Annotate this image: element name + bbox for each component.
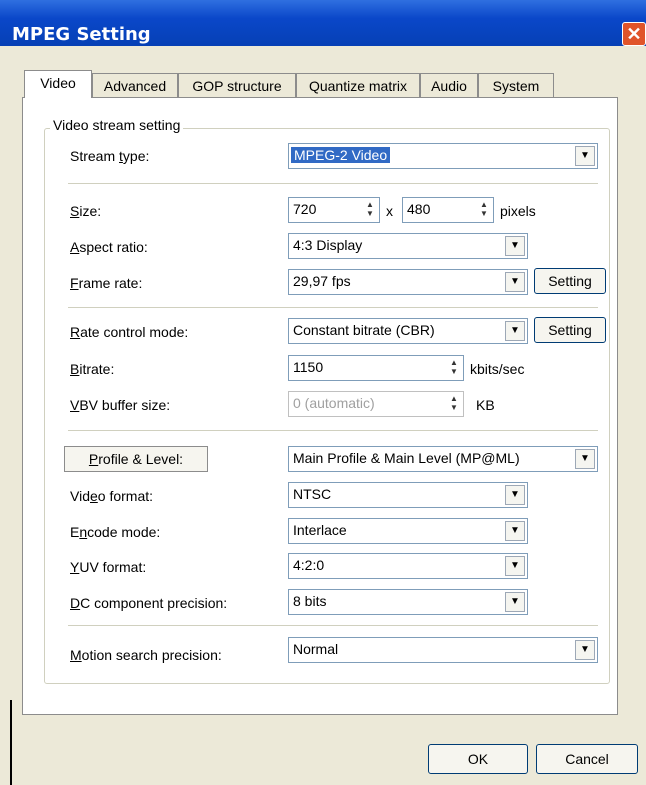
- frame-rate-select[interactable]: 29,97 fps ▼: [288, 269, 528, 295]
- rate-control-value: Constant bitrate (CBR): [293, 322, 435, 338]
- spin-arrows-icon[interactable]: ▲ ▼: [477, 200, 491, 220]
- left-edge-line: [10, 700, 12, 785]
- window-title: MPEG Setting: [12, 24, 151, 45]
- size-times: x: [386, 203, 393, 219]
- cancel-button[interactable]: Cancel: [536, 744, 638, 774]
- yuv-format-value: 4:2:0: [293, 557, 325, 573]
- encode-mode-select[interactable]: Interlace ▼: [288, 518, 528, 544]
- chevron-down-icon: ▼: [505, 556, 525, 576]
- yuv-format-select[interactable]: 4:2:0 ▼: [288, 553, 528, 579]
- aspect-select[interactable]: 4:3 Display ▼: [288, 233, 528, 259]
- spin-arrows-icon[interactable]: ▲ ▼: [447, 358, 461, 378]
- profile-level-button[interactable]: Profile & Level:: [64, 446, 208, 472]
- chevron-down-icon: ▼: [505, 321, 525, 341]
- motion-search-value: Normal: [293, 641, 339, 657]
- aspect-label: Aspect ratio:: [70, 239, 148, 255]
- rate-control-setting-button[interactable]: Setting: [534, 317, 606, 343]
- rate-control-label: Rate control mode:: [70, 324, 189, 340]
- chevron-down-icon: ▼: [505, 485, 525, 505]
- encode-mode-value: Interlace: [293, 522, 347, 538]
- tab-video[interactable]: Video: [24, 70, 92, 98]
- spin-arrows-icon: ▲ ▼: [450, 394, 458, 412]
- bitrate-value: 1150: [293, 359, 324, 375]
- dc-precision-select[interactable]: 8 bits ▼: [288, 589, 528, 615]
- title-bar: MPEG Setting ✕: [0, 0, 646, 46]
- tab-quantize-matrix[interactable]: Quantize matrix: [296, 73, 420, 97]
- stream-type-select[interactable]: MPEG-2 Video ▼: [288, 143, 598, 169]
- spin-arrows-icon[interactable]: ▲ ▼: [363, 200, 377, 220]
- profile-level-value: Main Profile & Main Level (MP@ML): [293, 450, 520, 466]
- close-icon[interactable]: ✕: [622, 22, 646, 46]
- encode-mode-label: Encode mode:: [70, 524, 161, 540]
- separator: [68, 307, 598, 308]
- vbv-label: VBV buffer size:: [70, 397, 171, 413]
- tab-audio[interactable]: Audio: [420, 73, 478, 97]
- chevron-down-icon: ▼: [575, 449, 595, 469]
- aspect-value: 4:3 Display: [293, 237, 363, 253]
- frame-rate-label: Frame rate:: [70, 275, 143, 291]
- separator: [68, 183, 598, 184]
- ok-button[interactable]: OK: [428, 744, 528, 774]
- motion-search-select[interactable]: Normal ▼: [288, 637, 598, 663]
- chevron-down-icon: ▼: [505, 236, 525, 256]
- bitrate-unit: kbits/sec: [470, 361, 525, 377]
- bitrate-label: Bitrate:: [70, 361, 115, 377]
- dc-precision-value: 8 bits: [293, 593, 327, 609]
- vbv-spinner: 0 (automatic) ▲ ▼: [288, 391, 464, 417]
- size-label: Size:: [70, 203, 102, 219]
- height-spinner[interactable]: 480 ▲ ▼: [402, 197, 494, 223]
- tab-advanced[interactable]: Advanced: [92, 73, 178, 97]
- video-format-label: Video format:: [70, 488, 154, 504]
- profile-level-select[interactable]: Main Profile & Main Level (MP@ML) ▼: [288, 446, 598, 472]
- dc-precision-label: DC component precision:: [70, 595, 228, 611]
- video-format-select[interactable]: NTSC ▼: [288, 482, 528, 508]
- chevron-down-icon: ▼: [575, 640, 595, 660]
- separator: [68, 430, 598, 431]
- tab-system[interactable]: System: [478, 73, 554, 97]
- bitrate-spinner[interactable]: 1150 ▲ ▼: [288, 355, 464, 381]
- size-unit: pixels: [500, 203, 536, 219]
- motion-search-label: Motion search precision:: [70, 647, 222, 663]
- video-format-value: NTSC: [293, 486, 332, 502]
- height-value: 480: [407, 201, 431, 217]
- vbv-value: 0 (automatic): [293, 395, 375, 411]
- stream-type-value: MPEG-2 Video: [291, 147, 391, 163]
- width-spinner[interactable]: 720 ▲ ▼: [288, 197, 380, 223]
- chevron-down-icon: ▼: [505, 521, 525, 541]
- tab-gop-structure[interactable]: GOP structure: [178, 73, 296, 97]
- vbv-unit: KB: [476, 397, 495, 413]
- separator: [68, 625, 598, 626]
- stream-type-label: Stream type:: [70, 148, 150, 164]
- chevron-down-icon: ▼: [505, 272, 525, 292]
- frame-rate-value: 29,97 fps: [293, 273, 351, 289]
- width-value: 720: [293, 201, 317, 217]
- chevron-down-icon: ▼: [505, 592, 525, 612]
- frame-rate-setting-button[interactable]: Setting: [534, 268, 606, 294]
- yuv-format-label: YUV format:: [70, 559, 147, 575]
- chevron-down-icon: ▼: [575, 146, 595, 166]
- group-label: Video stream setting: [50, 117, 184, 133]
- rate-control-select[interactable]: Constant bitrate (CBR) ▼: [288, 318, 528, 344]
